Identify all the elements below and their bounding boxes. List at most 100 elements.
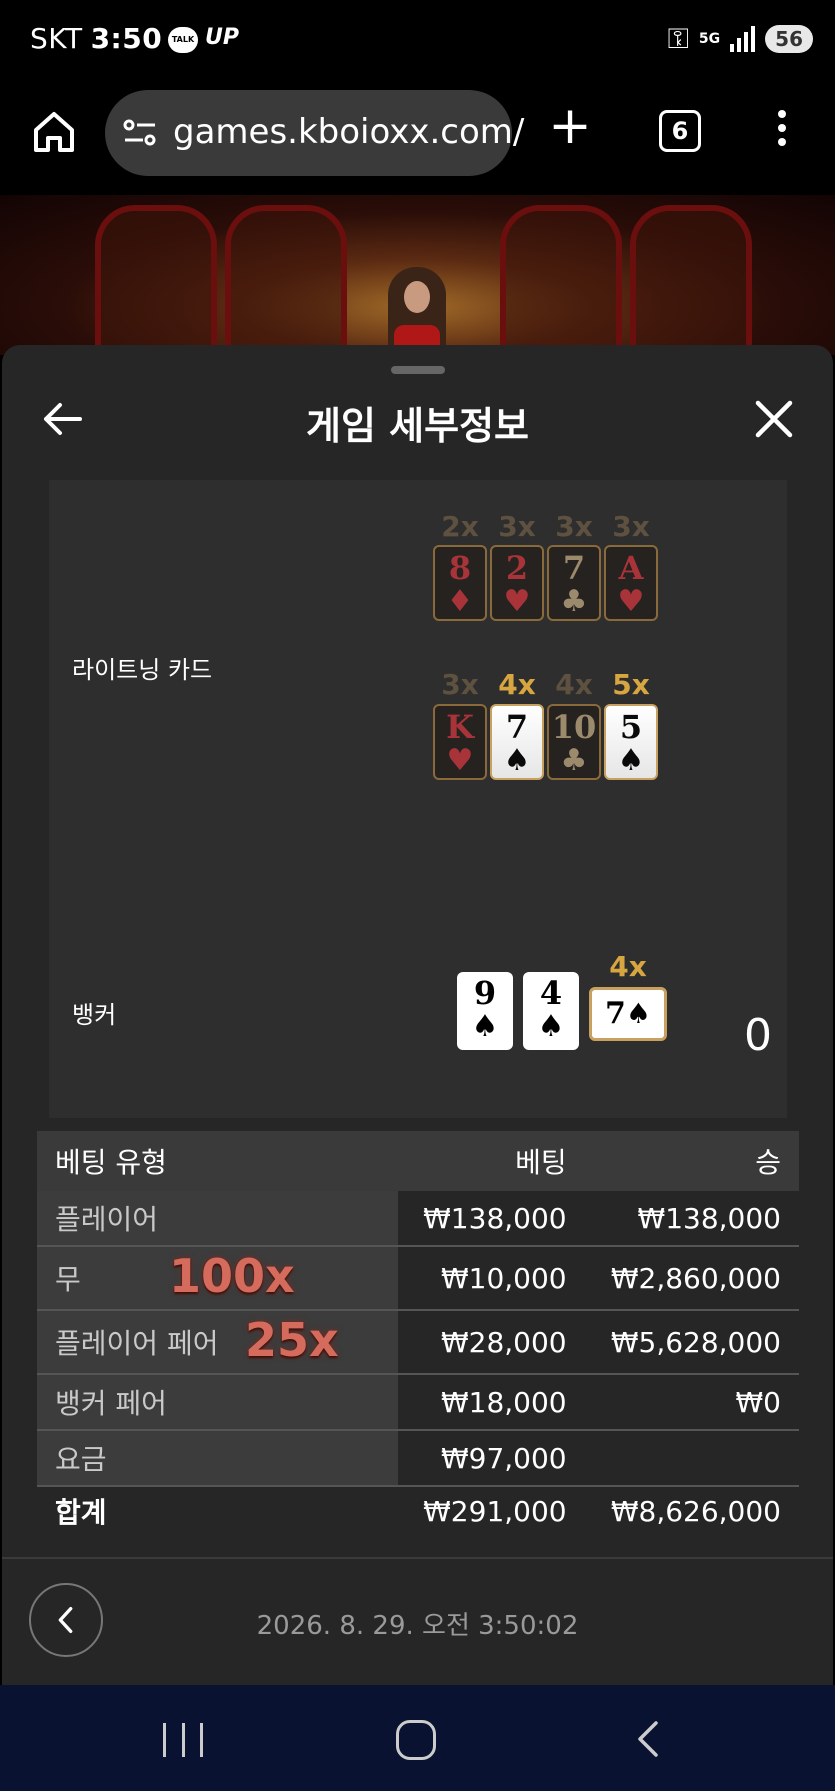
card-suit: ♠	[503, 743, 531, 778]
more-menu-icon[interactable]	[772, 106, 792, 154]
win-amount	[584, 1430, 799, 1487]
panel-title: 게임 세부정보	[306, 404, 529, 448]
bet-type-cell: 플레이어 페어 25x	[37, 1310, 398, 1375]
recents-icon[interactable]	[163, 1723, 203, 1757]
bet-row: 요금 ₩97,000	[37, 1430, 799, 1487]
lightning-card: A ♥	[604, 545, 658, 621]
card-suit: ♣	[560, 743, 588, 778]
talk-notification-icon: TALK	[168, 27, 198, 53]
banker-card: 4 ♠	[523, 972, 579, 1050]
card-rank: 9	[473, 974, 497, 1012]
win-amount: ₩138,000	[584, 1191, 799, 1247]
lightning-multiplier: 4x	[498, 668, 536, 701]
banker-card: 9 ♠	[457, 972, 513, 1050]
address-bar[interactable]: games.kboioxx.com/	[105, 90, 524, 176]
card-suit: ♠	[537, 1009, 565, 1044]
bet-type-label: 요금	[55, 1443, 107, 1476]
bet-amount: ₩18,000	[398, 1374, 585, 1431]
game-background	[0, 195, 835, 355]
bet-amount: ₩138,000	[398, 1191, 585, 1247]
status-bar: SKT 3:50 TALK UP ⚿ 5G 56	[0, 0, 835, 80]
home-icon[interactable]	[30, 108, 78, 156]
decor-arch	[225, 205, 347, 355]
lightning-card: 8 ♦	[433, 545, 487, 621]
bet-type-label: 플레이어	[55, 1203, 159, 1236]
bet-row: 무 100x ₩10,000 ₩2,860,000	[37, 1246, 799, 1311]
site-settings-icon[interactable]	[123, 118, 157, 148]
payout-boost-badge: 100x	[169, 1249, 295, 1303]
card-suit: ♥	[503, 584, 531, 619]
up-notification-icon: UP	[205, 25, 239, 50]
banker-score: 0	[744, 1010, 772, 1061]
decor-arch	[630, 205, 752, 355]
drag-handle[interactable]	[391, 366, 445, 374]
bet-row: 플레이어 ₩138,000 ₩138,000	[37, 1191, 799, 1247]
clock: 3:50	[90, 22, 163, 55]
round-timestamp: 2026. 8. 29. 오전 3:50:02	[256, 1611, 579, 1641]
decor-arch	[500, 205, 622, 355]
banker-label: 뱅커	[72, 1001, 117, 1029]
bet-type-cell: 무 100x	[37, 1246, 398, 1311]
bet-type-label: 플레이어 페어	[55, 1327, 219, 1360]
status-icons: ⚿ 5G 56	[668, 22, 813, 56]
browser-toolbar: games.kboioxx.com/ + 6	[0, 80, 835, 195]
bets-table: 베팅 유형 베팅 승 플레이어 ₩138,000 ₩138,000 무 100x ₩10,…	[37, 1131, 799, 1535]
lightning-multiplier: 3x	[612, 510, 650, 543]
card-suit: ♥	[617, 584, 645, 619]
new-tab-plus-icon[interactable]: +	[546, 100, 594, 152]
lightning-card: 5 ♠	[604, 704, 658, 780]
win-amount: ₩2,860,000	[584, 1246, 799, 1311]
key-icon: ⚿	[667, 22, 689, 55]
bet-type-cell: 플레이어	[37, 1191, 398, 1247]
header-bet-type: 베팅 유형	[55, 1146, 167, 1179]
banker-card-sideways: 7♠	[589, 987, 667, 1041]
back-nav-icon[interactable]	[632, 1719, 662, 1759]
lightning-card: 2 ♥	[490, 545, 544, 621]
bet-amount: ₩97,000	[398, 1430, 585, 1487]
header-win: 승	[755, 1146, 781, 1179]
lightning-card: 7 ♠	[490, 704, 544, 780]
battery-indicator: 56	[765, 25, 813, 53]
card-suit: ♠	[617, 743, 645, 778]
card-suit: ♦	[446, 584, 474, 619]
bet-amount: ₩28,000	[398, 1310, 585, 1375]
lightning-card: 7 ♣	[547, 545, 601, 621]
decor-arch	[95, 205, 217, 355]
lightning-multiplier: 2x	[441, 510, 479, 543]
dealer-image	[388, 267, 446, 355]
bet-amount: ₩10,000	[398, 1246, 585, 1311]
close-icon[interactable]	[752, 397, 796, 441]
signal-icon	[730, 26, 756, 52]
tab-switcher-button[interactable]: 6	[659, 110, 701, 152]
bet-type-label: 뱅커 페어	[55, 1387, 167, 1420]
total-label: 합계	[37, 1486, 398, 1535]
lightning-multiplier: 5x	[612, 668, 650, 701]
card-rank: 10	[551, 708, 597, 746]
game-details-panel: 게임 세부정보 라이트닝 카드 2x 8 ♦ 3x 2 ♥ 3x 7 ♣ 3x A ♥ 3x K ♥ 4x 7 ♠…	[2, 345, 833, 1685]
lightning-cards-label: 라이트닝 카드	[72, 656, 213, 684]
network-5g-icon: 5G	[698, 31, 721, 47]
card-rank: 5	[619, 708, 643, 746]
card-rank: 7	[562, 549, 586, 587]
payout-boost-badge: 25x	[245, 1313, 339, 1367]
card-rank: 8	[448, 549, 472, 587]
header-bet: 베팅	[515, 1146, 567, 1179]
bet-type-label: 무	[55, 1263, 81, 1296]
url-text: games.kboioxx.com/	[173, 112, 525, 152]
total-bet: ₩291,000	[398, 1486, 585, 1535]
card-rank: 7	[605, 996, 626, 1031]
system-nav-bar	[0, 1685, 835, 1791]
bets-table-header: 베팅 유형 베팅 승	[37, 1131, 799, 1191]
card-rank: 7	[505, 708, 529, 746]
lightning-multiplier: 3x	[555, 510, 593, 543]
home-nav-icon[interactable]	[396, 1720, 436, 1760]
card-suit: ♥	[446, 743, 474, 778]
card-suit: ♣	[560, 584, 588, 619]
total-win: ₩8,626,000	[584, 1486, 799, 1535]
win-amount: ₩5,628,000	[584, 1310, 799, 1375]
lightning-card: K ♥	[433, 704, 487, 780]
bet-row: 뱅커 페어 ₩18,000 ₩0	[37, 1374, 799, 1431]
status-carrier-time: SKT 3:50	[30, 22, 162, 55]
card-suit: ♠	[471, 1009, 499, 1044]
total-row: 합계 ₩291,000 ₩8,626,000	[37, 1486, 799, 1535]
